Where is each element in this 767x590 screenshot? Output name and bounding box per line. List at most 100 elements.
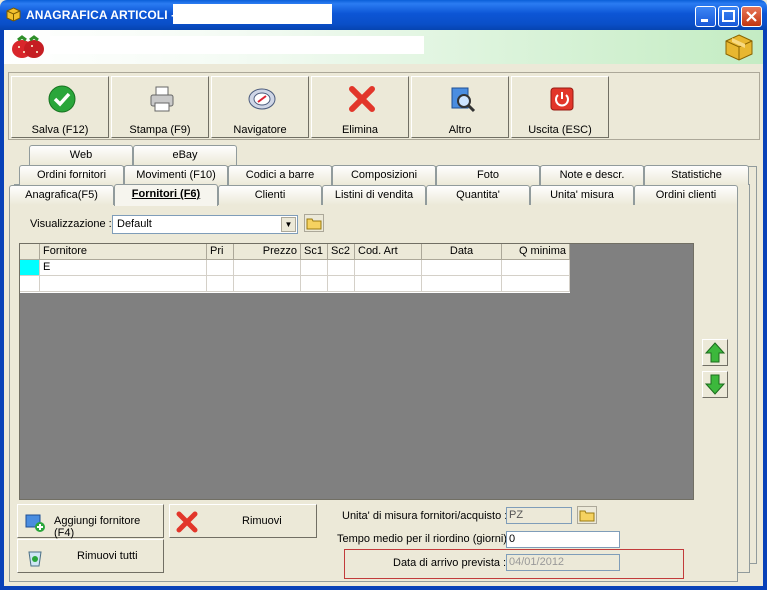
table-cell[interactable]: [207, 260, 234, 276]
unit-label: Unita' di misura fornitori/acquisto :: [342, 510, 508, 522]
arrow-up-icon: [704, 342, 726, 363]
unit-field[interactable]: PZ: [506, 507, 572, 524]
tab-label: Movimenti (F10): [136, 169, 216, 181]
exit-label: Uscita (ESC): [528, 124, 592, 136]
tab-notes[interactable]: Note e descr.: [540, 165, 644, 185]
tab-label: Fornitori (F6): [131, 188, 201, 200]
tab-compositions[interactable]: Composizioni: [332, 165, 436, 185]
remove-label: Rimuovi: [242, 515, 282, 527]
view-select[interactable]: Default ▼: [112, 215, 298, 234]
move-down-button[interactable]: [702, 371, 728, 398]
tab-registry[interactable]: Anagrafica(F5): [9, 185, 114, 205]
table-cell[interactable]: [422, 276, 502, 292]
tab-quantity[interactable]: Quantita': [426, 185, 530, 205]
table-cell[interactable]: [328, 260, 355, 276]
navigator-icon: [248, 88, 276, 110]
arrival-date-field[interactable]: 04/01/2012: [506, 554, 620, 571]
tab-units[interactable]: Unita' misura: [530, 185, 634, 205]
tab-barcodes[interactable]: Codici a barre: [228, 165, 332, 185]
minimize-button[interactable]: [695, 6, 716, 27]
tab-customers[interactable]: Clienti: [218, 185, 322, 205]
column-header[interactable]: Data: [422, 244, 502, 260]
more-button[interactable]: Altro: [411, 76, 509, 138]
row-selector[interactable]: [20, 260, 40, 276]
print-label: Stampa (F9): [129, 124, 191, 136]
tab-supplier-orders[interactable]: Ordini fornitori: [19, 165, 124, 185]
unit-folder-button[interactable]: [577, 506, 597, 524]
table-cell[interactable]: [328, 276, 355, 292]
table-cell[interactable]: [301, 260, 328, 276]
check-icon: [48, 85, 76, 113]
column-header[interactable]: Prezzo: [234, 244, 301, 260]
column-header[interactable]: Q minima: [502, 244, 570, 260]
add-supplier-label: Aggiungi fornitore (F4): [54, 515, 141, 539]
print-button[interactable]: Stampa (F9): [111, 76, 209, 138]
add-supplier-icon: [25, 514, 45, 532]
table-cell[interactable]: [234, 260, 301, 276]
exit-button[interactable]: Uscita (ESC): [511, 76, 609, 138]
column-header[interactable]: Cod. Art: [355, 244, 422, 260]
tab-suppliers[interactable]: Fornitori (F6): [114, 184, 218, 206]
title-bar: ANAGRAFICA ARTICOLI -: [0, 0, 767, 30]
suppliers-table: Fornitore Pri Prezzo Sc1 Sc2 Cod. Art Da…: [20, 244, 570, 293]
chevron-down-icon[interactable]: ▼: [281, 217, 296, 232]
more-label: Altro: [448, 124, 472, 136]
table-cell[interactable]: [301, 276, 328, 292]
view-folder-button[interactable]: [304, 214, 324, 232]
maximize-button[interactable]: [718, 6, 739, 27]
table-cell[interactable]: [207, 276, 234, 292]
folder-icon: [579, 510, 595, 522]
remove-all-button[interactable]: Rimuovi tutti: [17, 539, 164, 573]
table-cell[interactable]: [422, 260, 502, 276]
maximize-icon: [722, 10, 735, 22]
save-button[interactable]: Salva (F12): [11, 76, 109, 138]
tab-label: Ordini fornitori: [36, 169, 107, 181]
tab-label: Codici a barre: [245, 169, 315, 181]
table-cell[interactable]: [40, 276, 207, 292]
close-button[interactable]: [741, 6, 762, 27]
row-header-corner: [20, 244, 40, 260]
navigator-button[interactable]: Navigatore: [211, 76, 309, 138]
table-cell[interactable]: [234, 276, 301, 292]
move-up-button[interactable]: [702, 339, 728, 366]
close-icon: [746, 11, 757, 22]
tab-statistics[interactable]: Statistiche: [644, 165, 749, 185]
tab-photo[interactable]: Foto: [436, 165, 540, 185]
row-selector[interactable]: [20, 276, 40, 292]
main-toolbar: Salva (F12) Stampa (F9) Navigatore Elimi…: [8, 72, 760, 140]
tab-label: eBay: [172, 149, 198, 161]
table-cell[interactable]: [502, 276, 570, 292]
remove-x-icon: [176, 511, 198, 533]
tab-price-lists[interactable]: Listini di vendita: [322, 185, 426, 205]
delete-label: Elimina: [341, 124, 379, 136]
table-cell[interactable]: [502, 260, 570, 276]
table-cell[interactable]: [355, 260, 422, 276]
column-header[interactable]: Sc1: [301, 244, 328, 260]
delete-button[interactable]: Elimina: [311, 76, 409, 138]
column-header[interactable]: Fornitore: [40, 244, 207, 260]
remove-all-label: Rimuovi tutti: [77, 550, 138, 562]
minimize-icon: [701, 19, 708, 22]
tab-ebay[interactable]: eBay: [133, 145, 237, 165]
title-article-field: [173, 4, 332, 24]
table-cell[interactable]: [355, 276, 422, 292]
reorder-field[interactable]: 0: [506, 531, 620, 548]
tab-label: Clienti: [254, 189, 286, 201]
table-cell[interactable]: E: [40, 260, 207, 276]
tab-movements[interactable]: Movimenti (F10): [124, 165, 228, 185]
header-description-field: [50, 36, 424, 54]
tab-customer-orders[interactable]: Ordini clienti: [634, 185, 738, 205]
tab-web[interactable]: Web: [29, 145, 133, 165]
column-header[interactable]: Pri: [207, 244, 234, 260]
suppliers-grid[interactable]: Fornitore Pri Prezzo Sc1 Sc2 Cod. Art Da…: [19, 243, 694, 500]
remove-button[interactable]: Rimuovi: [169, 504, 317, 538]
window-frame-bottom: [0, 586, 767, 590]
delete-x-icon: [349, 86, 375, 112]
reorder-label: Tempo medio per il riordino (giorni) :: [337, 533, 514, 545]
add-supplier-button[interactable]: Aggiungi fornitore (F4): [17, 504, 164, 539]
save-label: Salva (F12): [31, 124, 89, 136]
column-header[interactable]: Sc2: [328, 244, 355, 260]
navigator-label: Navigatore: [233, 124, 287, 136]
window-frame-right: [763, 30, 767, 590]
view-label: Visualizzazione :: [30, 218, 112, 230]
